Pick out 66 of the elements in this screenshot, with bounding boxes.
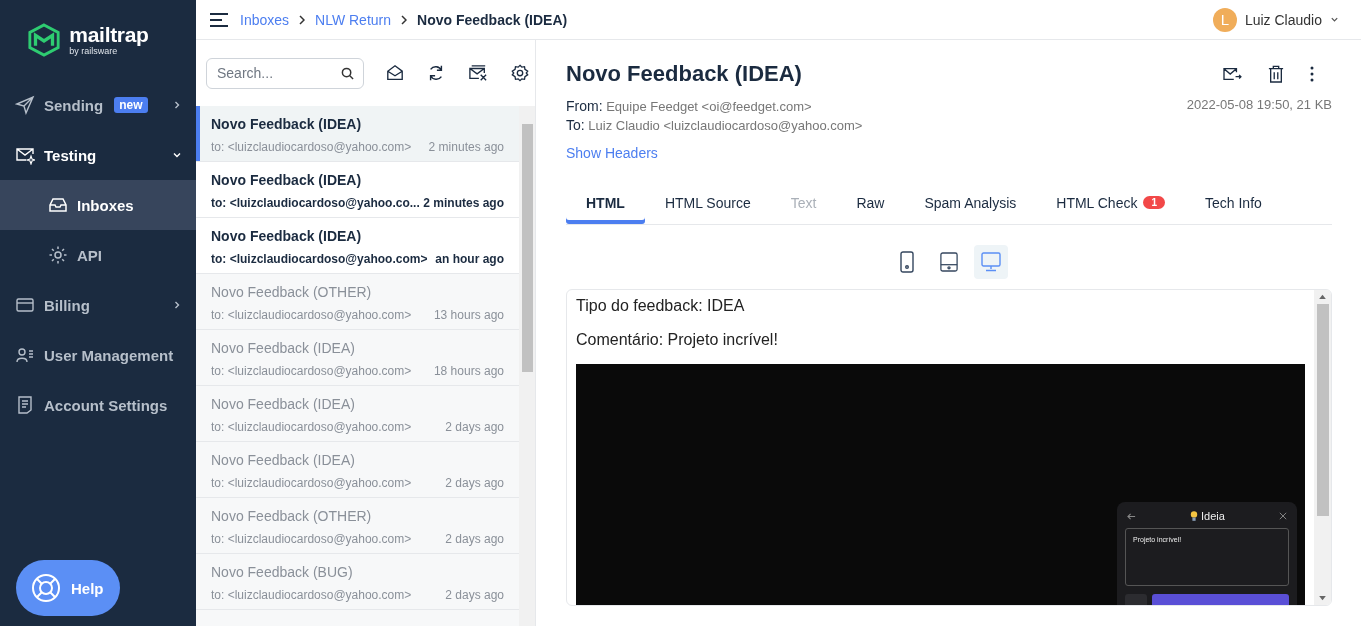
email-body-text: Comentário: Projeto incrível! [576,330,779,349]
message-item[interactable]: Novo Feedback (IDEA) to: <luizclaudiocardoso@yahoo.com> an hour ago [196,218,519,274]
nav-item[interactable]: Billing [0,280,196,330]
scroll-up-icon[interactable] [1319,294,1326,299]
monitor-icon [981,252,1001,272]
show-headers-link[interactable]: Show Headers [566,145,658,161]
send-icon [15,95,35,115]
count-badge: 1 [1143,196,1165,209]
envelope-open-icon[interactable] [386,64,404,82]
trash-icon[interactable] [1268,65,1284,83]
tab[interactable]: HTML Source [644,181,771,224]
close-icon [1279,512,1287,520]
nav-subitem[interactable]: API [0,230,196,280]
message-date-size: 2022-05-08 19:50, 21 KB [1186,97,1332,114]
from-line: From: Equipe Feedget <oi@feedget.com> [566,97,813,116]
chevron-right-icon [172,100,182,110]
nav-item[interactable]: User Management [0,330,196,380]
document-icon [15,395,35,415]
breadcrumb-link[interactable]: Inboxes [240,11,290,28]
forward-mail-icon[interactable] [1222,66,1242,82]
widget-title: Ideia [1190,510,1225,522]
breadcrumb-link[interactable]: NLW Return [315,11,392,28]
more-icon[interactable] [1310,66,1314,82]
logo-name: mailtrap [69,24,149,46]
to-line: To: Luiz Claudio <luizclaudiocardoso@yahoo.com> [566,116,863,135]
card-icon [15,295,35,315]
tab[interactable]: Tech Info [1185,181,1282,224]
scroll-down-icon[interactable] [1319,596,1326,601]
settings-icon[interactable] [511,64,529,82]
tab[interactable]: HTML [566,181,645,224]
caret-icon[interactable] [1330,15,1339,24]
chevron-down-icon [172,150,182,160]
back-arrow-icon [1127,511,1136,521]
tab[interactable]: HTML Check 1 [1036,181,1185,224]
refresh-icon[interactable] [427,64,445,82]
nav-item[interactable]: Account Settings [0,380,196,430]
envelope-sparkle-icon [15,145,35,165]
inbox-tray-icon [48,195,68,215]
users-icon [15,345,35,365]
message-item[interactable]: Novo Feedback (IDEA) to: <luizclaudiocardoso@yahoo.com> 2 minutes ago [196,106,519,162]
tablet-icon [940,251,958,273]
search-field[interactable]: Search... [206,57,364,89]
chevron-right-icon [172,300,182,310]
email-body-text: Tipo do feedback: IDEA [576,296,746,315]
scrollbar[interactable] [1314,290,1331,605]
tab[interactable]: Spam Analysis [904,181,1037,224]
message-subject: Novo Feedback (IDEA) [566,60,802,88]
scrollbar[interactable] [519,106,535,626]
phone-icon [900,251,914,273]
lightbulb-icon [1190,510,1199,522]
tab[interactable]: Raw [836,181,905,224]
envelope-clear-icon[interactable] [468,64,488,82]
breadcrumb-current[interactable]: Novo Feedback (IDEA) [417,11,568,28]
logo-tagline: by railsware [69,46,118,56]
message-item[interactable]: Novo Feedback (IDEA) to: <luizclaudiocardoso@yahoo.co... 2 minutes ago [196,162,519,218]
search-icon [341,66,354,80]
menu-icon[interactable] [210,12,228,27]
nav-subitem[interactable]: Inboxes [0,180,196,230]
user-name[interactable]: Luiz Claudio [1244,11,1322,28]
lifebuoy-icon [31,573,61,603]
nav-item[interactable]: Sending new [0,80,196,130]
nav-item[interactable]: Testing [0,130,196,180]
logo-icon [27,23,62,57]
chevron-right-icon [299,14,306,25]
new-badge: new [114,97,148,113]
chevron-right-icon [401,14,408,25]
